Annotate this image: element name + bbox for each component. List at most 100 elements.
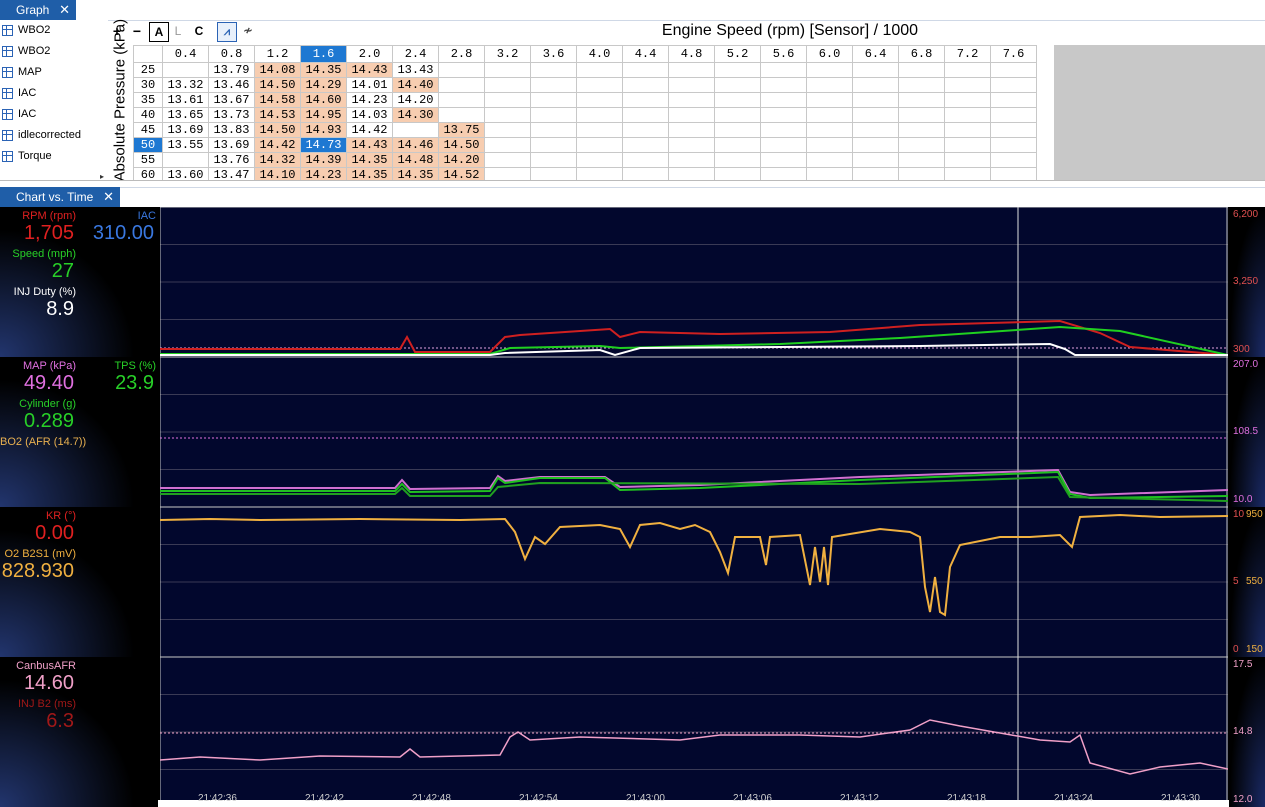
table-cell[interactable]: 13.79 bbox=[208, 62, 255, 78]
column-header[interactable]: 2.4 bbox=[392, 45, 439, 63]
column-header[interactable]: 7.6 bbox=[990, 45, 1037, 63]
table-cell[interactable] bbox=[484, 122, 531, 138]
column-header[interactable]: 0.8 bbox=[208, 45, 255, 63]
table-cell[interactable] bbox=[806, 92, 853, 108]
table-cell[interactable]: 13.67 bbox=[208, 92, 255, 108]
channel-item[interactable]: WBO2 bbox=[0, 20, 108, 41]
table-cell[interactable] bbox=[990, 137, 1037, 153]
zoom-out-button[interactable]: − bbox=[130, 22, 144, 40]
table-cell[interactable]: 13.69 bbox=[208, 137, 255, 153]
column-header[interactable]: 4.4 bbox=[622, 45, 669, 63]
table-cell[interactable] bbox=[668, 152, 715, 168]
column-header[interactable]: 6.8 bbox=[898, 45, 945, 63]
table-cell[interactable]: 14.08 bbox=[254, 62, 301, 78]
channel-item[interactable]: idlecorrected bbox=[0, 125, 108, 146]
table-cell[interactable] bbox=[530, 152, 577, 168]
table-cell[interactable] bbox=[806, 152, 853, 168]
column-header[interactable]: 1.6 bbox=[300, 45, 347, 63]
table-cell[interactable] bbox=[484, 152, 531, 168]
table-cell[interactable] bbox=[530, 107, 577, 123]
column-header[interactable]: 6.4 bbox=[852, 45, 899, 63]
table-cell[interactable]: 13.61 bbox=[162, 92, 209, 108]
table-cell[interactable] bbox=[760, 92, 807, 108]
channel-item[interactable]: WBO2 bbox=[0, 41, 108, 62]
table-cell[interactable] bbox=[898, 77, 945, 93]
table-cell[interactable] bbox=[852, 77, 899, 93]
column-header[interactable]: 0.4 bbox=[162, 45, 209, 63]
table-cell[interactable] bbox=[438, 77, 485, 93]
table-cell[interactable]: 14.50 bbox=[438, 137, 485, 153]
table-cell[interactable] bbox=[760, 122, 807, 138]
table-cell[interactable]: 14.29 bbox=[300, 77, 347, 93]
table-cell[interactable] bbox=[990, 77, 1037, 93]
table-cell[interactable]: 14.30 bbox=[392, 107, 439, 123]
table-cell[interactable]: 14.95 bbox=[300, 107, 347, 123]
table-cell[interactable] bbox=[392, 122, 439, 138]
table-cell[interactable] bbox=[760, 107, 807, 123]
tab-chart-vs-time[interactable]: Chart vs. Time ✕ bbox=[0, 187, 120, 207]
table-cell[interactable] bbox=[668, 92, 715, 108]
table-cell[interactable] bbox=[714, 62, 761, 78]
column-header[interactable]: 5.6 bbox=[760, 45, 807, 63]
table-cell[interactable] bbox=[576, 137, 623, 153]
table-cell[interactable]: 14.20 bbox=[392, 92, 439, 108]
table-cell[interactable] bbox=[806, 122, 853, 138]
row-header[interactable]: 55 bbox=[133, 152, 163, 168]
table-cell[interactable]: 13.46 bbox=[208, 77, 255, 93]
table-cell[interactable] bbox=[898, 137, 945, 153]
table-cell[interactable] bbox=[852, 92, 899, 108]
table-cell[interactable] bbox=[484, 92, 531, 108]
table-cell[interactable]: 13.32 bbox=[162, 77, 209, 93]
column-header[interactable]: 3.6 bbox=[530, 45, 577, 63]
table-cell[interactable]: 14.01 bbox=[346, 77, 393, 93]
channel-item[interactable]: MAP bbox=[0, 62, 108, 83]
table-cell[interactable] bbox=[852, 152, 899, 168]
column-header[interactable]: 4.8 bbox=[668, 45, 715, 63]
tab-graph[interactable]: Graph ✕ bbox=[0, 0, 76, 20]
table-cell[interactable] bbox=[162, 152, 209, 168]
table-cell[interactable] bbox=[852, 122, 899, 138]
table-cell[interactable] bbox=[898, 107, 945, 123]
table-cell[interactable]: 14.43 bbox=[346, 62, 393, 78]
table-cell[interactable]: 14.42 bbox=[346, 122, 393, 138]
table-cell[interactable] bbox=[944, 77, 991, 93]
table-cell[interactable] bbox=[622, 122, 669, 138]
table-cell[interactable] bbox=[576, 62, 623, 78]
table-cell[interactable] bbox=[944, 152, 991, 168]
table-cell[interactable] bbox=[714, 152, 761, 168]
table-cell[interactable] bbox=[668, 77, 715, 93]
table-cell[interactable] bbox=[760, 62, 807, 78]
table-cell[interactable]: 13.69 bbox=[162, 122, 209, 138]
table-cell[interactable]: 13.65 bbox=[162, 107, 209, 123]
table-cell[interactable] bbox=[576, 152, 623, 168]
table-cell[interactable] bbox=[990, 62, 1037, 78]
table-cell[interactable] bbox=[576, 77, 623, 93]
channel-item[interactable]: IAC bbox=[0, 104, 108, 125]
table-cell[interactable] bbox=[990, 92, 1037, 108]
table-cell[interactable]: 14.43 bbox=[346, 137, 393, 153]
table-cell[interactable] bbox=[668, 122, 715, 138]
mode-c-button[interactable]: C bbox=[191, 22, 207, 40]
table-cell[interactable] bbox=[990, 122, 1037, 138]
table-cell[interactable] bbox=[714, 77, 761, 93]
table-cell[interactable]: 14.60 bbox=[300, 92, 347, 108]
table-cell[interactable]: 14.39 bbox=[300, 152, 347, 168]
mode-a-button[interactable]: A bbox=[149, 22, 169, 42]
channel-item[interactable]: IAC bbox=[0, 83, 108, 104]
table-cell[interactable]: 14.40 bbox=[392, 77, 439, 93]
table-cell[interactable]: 14.23 bbox=[346, 92, 393, 108]
table-cell[interactable] bbox=[530, 77, 577, 93]
table-cell[interactable] bbox=[806, 107, 853, 123]
table-cell[interactable]: 14.32 bbox=[254, 152, 301, 168]
table-cell[interactable] bbox=[438, 62, 485, 78]
table-cell[interactable]: 14.53 bbox=[254, 107, 301, 123]
table-cell[interactable] bbox=[576, 92, 623, 108]
table-cell[interactable] bbox=[852, 137, 899, 153]
table-cell[interactable] bbox=[622, 137, 669, 153]
table-cell[interactable] bbox=[484, 137, 531, 153]
table-cell[interactable] bbox=[484, 107, 531, 123]
table-cell[interactable] bbox=[622, 62, 669, 78]
table-cell[interactable]: 14.93 bbox=[300, 122, 347, 138]
table-cell[interactable]: 13.55 bbox=[162, 137, 209, 153]
table-cell[interactable]: 14.42 bbox=[254, 137, 301, 153]
